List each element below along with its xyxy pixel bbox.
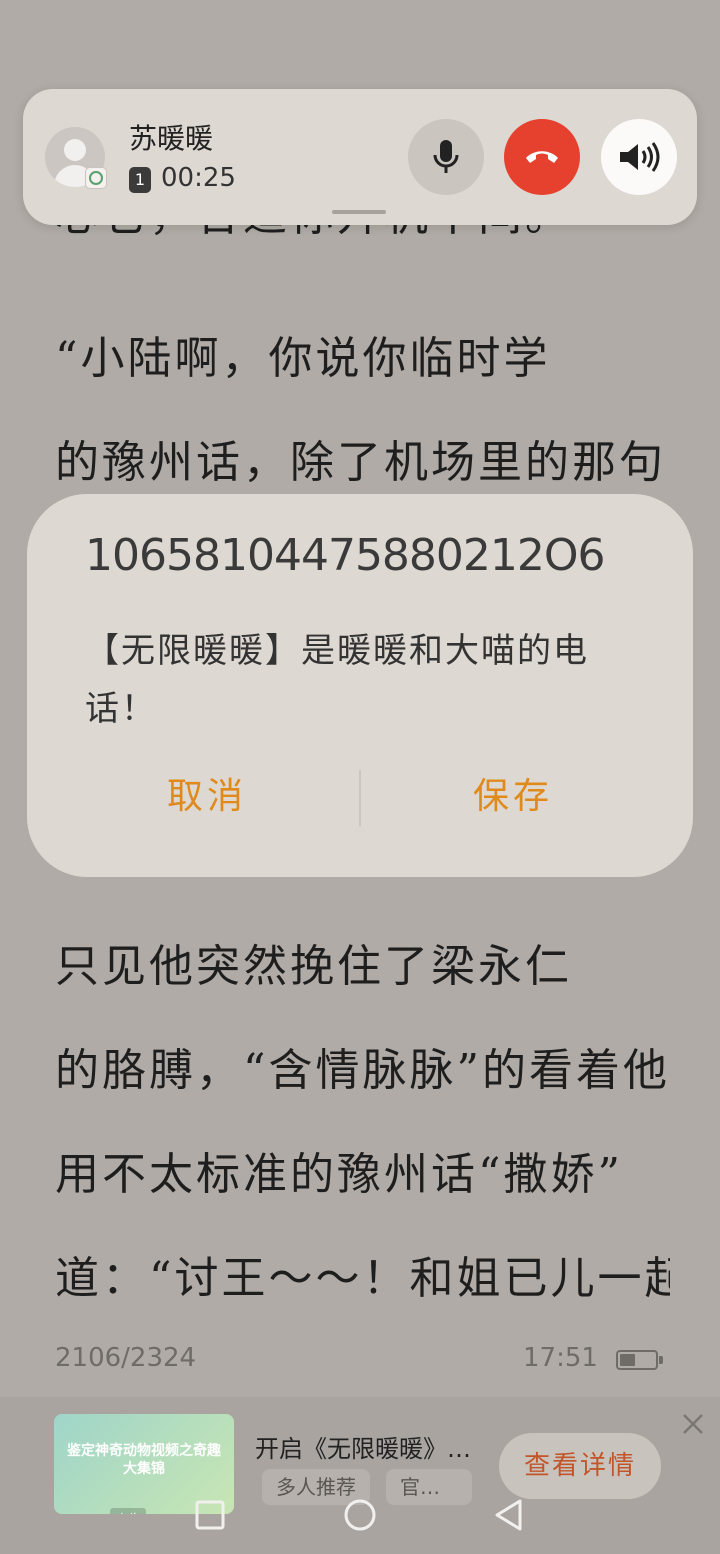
reader-line: 用不太标准的豫州话“撒娇” [55, 1149, 623, 1200]
navigation-bar [195, 1499, 522, 1531]
hang-up-icon [526, 151, 558, 163]
reader-line: 道：“讨王～～！和姐已儿一起 [55, 1253, 670, 1304]
save-button[interactable]: 保存 [363, 762, 663, 832]
close-icon[interactable] [680, 1411, 706, 1437]
reader-line: 的胳膊，“含情脉脉”的看着他， [55, 1045, 670, 1096]
ad-thumb-text: 鉴定神奇动物视频之奇趣大集锦 [67, 1443, 221, 1477]
phone-number: 10658104475880212O6 [85, 530, 606, 581]
page-number: 2106/2324 [55, 1343, 197, 1373]
speaker-icon [620, 142, 660, 172]
cancel-button[interactable]: 取消 [57, 762, 357, 832]
recents-button[interactable] [195, 1500, 225, 1530]
reader-line: “小陆啊，你说你临时学 [55, 333, 551, 384]
speaker-button[interactable] [601, 119, 677, 195]
battery-icon [616, 1350, 658, 1370]
ad-title[interactable]: 开启《无限暖暖》… [255, 1429, 471, 1464]
sim-slot-badge: 1 [129, 167, 151, 193]
mute-button[interactable] [408, 119, 484, 195]
caller-name: 苏暖暖 [129, 122, 214, 155]
reader-line: 只见他突然挽住了梁永仁 [55, 941, 572, 992]
clock: 17:51 [523, 1343, 598, 1373]
battery-tip [659, 1356, 663, 1364]
home-button[interactable] [344, 1499, 376, 1531]
reader-text: “小陆啊，你说你临时学 的豫州话，除了机场里的那句， [55, 307, 670, 515]
save-number-dialog: 10658104475880212O6 【无限暖暖】是暖暖和大喵的电话！ 取消 … [27, 494, 693, 877]
button-divider [359, 770, 361, 826]
microphone-icon [433, 140, 459, 173]
drag-handle[interactable] [332, 210, 386, 214]
call-card[interactable]: 苏暖暖 1 00:25 [23, 89, 697, 225]
dialog-message: 【无限暖暖】是暖暖和大喵的电话！ [85, 631, 589, 729]
view-details-button[interactable]: 查看详情 [499, 1433, 661, 1499]
battery-level [620, 1354, 635, 1366]
hang-up-button[interactable] [504, 119, 580, 195]
reader-text: 只见他突然挽住了梁永仁 的胳膊，“含情脉脉”的看着他， 用不太标准的豫州话“撒娇… [55, 915, 670, 1331]
app-badge-icon [85, 167, 107, 189]
call-timer: 00:25 [161, 163, 236, 193]
back-button[interactable] [495, 1499, 522, 1531]
